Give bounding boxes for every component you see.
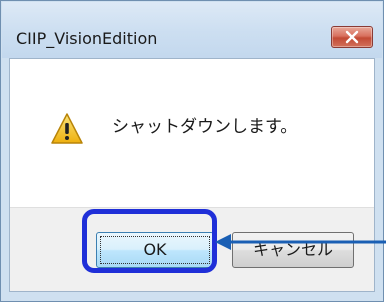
ok-button[interactable]: OK bbox=[96, 232, 214, 268]
button-bar: OK キャンセル bbox=[10, 207, 374, 291]
ok-button-label: OK bbox=[143, 240, 167, 259]
title-bar[interactable]: CIIP_VisionEdition bbox=[2, 2, 382, 58]
dialog-message: シャットダウンします。 bbox=[112, 117, 298, 137]
cancel-button-label: キャンセル bbox=[252, 240, 333, 259]
dialog-body: シャットダウンします。 OK キャンセル bbox=[9, 58, 375, 292]
cancel-button[interactable]: キャンセル bbox=[232, 232, 354, 268]
dialog-title: CIIP_VisionEdition bbox=[16, 29, 158, 48]
dialog-window: CIIP_VisionEdition シャットダウンします。 OK キャンセル bbox=[0, 0, 384, 302]
warning-icon bbox=[51, 113, 83, 144]
close-icon bbox=[345, 30, 359, 44]
close-button[interactable] bbox=[331, 26, 373, 48]
